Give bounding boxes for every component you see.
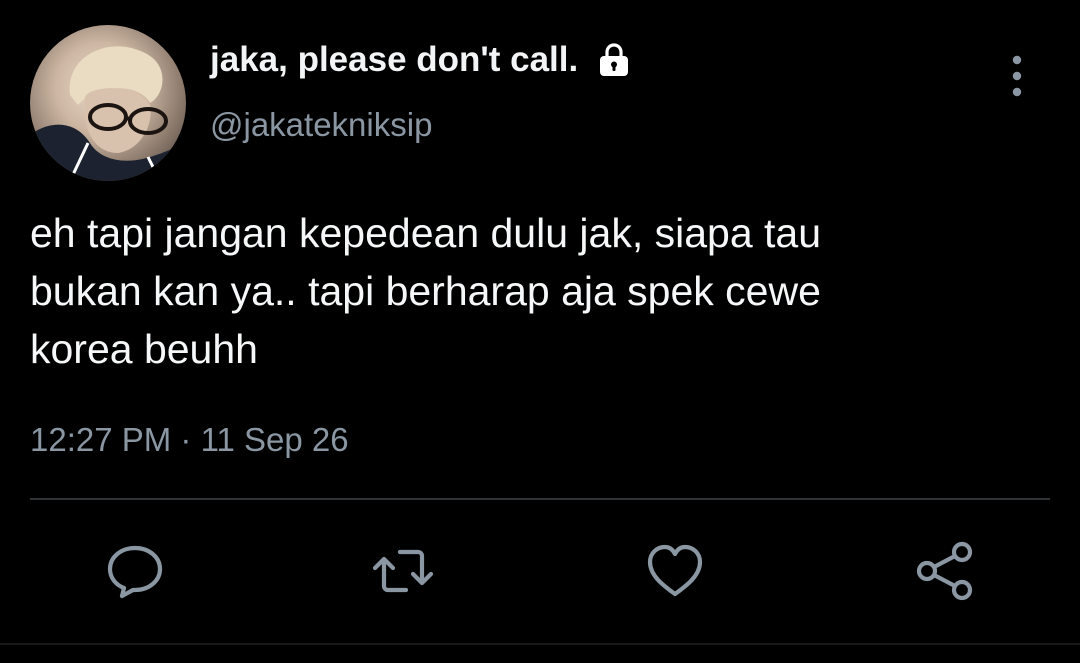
lock-icon (596, 42, 632, 78)
profile-photo (30, 46, 186, 181)
bottom-divider (0, 643, 1080, 645)
share-icon (916, 541, 973, 601)
reply-button[interactable] (102, 538, 168, 604)
retweet-button[interactable] (370, 538, 436, 604)
display-name-text: jaka, please don't call. (210, 40, 579, 79)
display-name[interactable]: jaka, please don't call. (210, 40, 632, 80)
user-handle[interactable]: @jakatekniksip (210, 106, 432, 144)
avatar[interactable] (30, 25, 186, 181)
more-options-icon[interactable] (1000, 52, 1034, 100)
share-button[interactable] (912, 538, 978, 604)
reply-icon (107, 545, 163, 599)
like-button[interactable] (642, 538, 708, 604)
retweet-icon (372, 549, 434, 593)
divider (30, 498, 1050, 500)
tweet-timestamp[interactable]: 12:27 PM · 11 Sep 26 (30, 421, 349, 459)
tweet-text: eh tapi jangan kepedean dulu jak, siapa … (30, 210, 822, 372)
heart-icon (647, 544, 703, 597)
